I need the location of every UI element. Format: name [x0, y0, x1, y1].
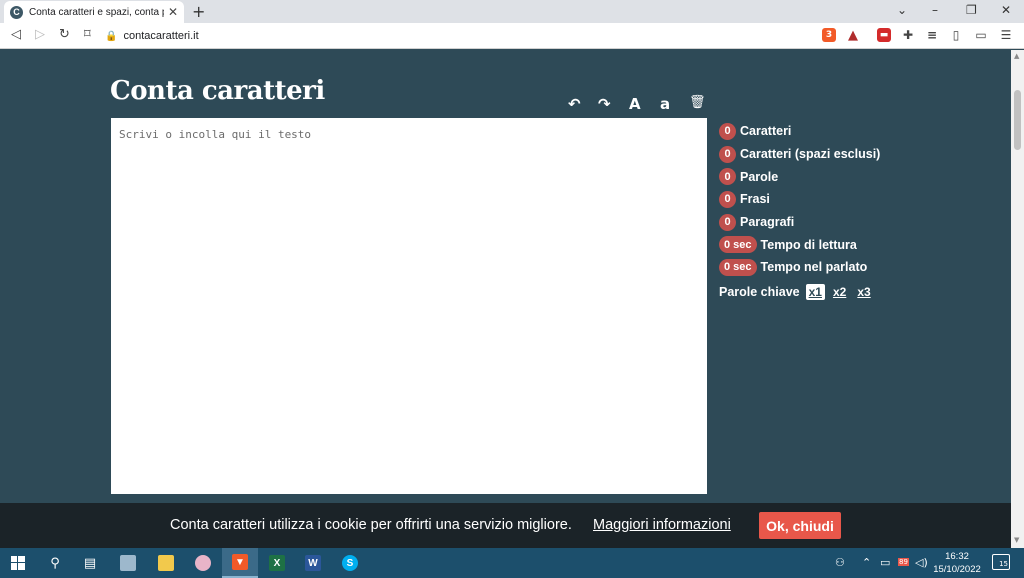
tab-title: Conta caratteri e spazi, conta parole	[29, 6, 164, 18]
stats-panel: 0 Caratteri 0 Caratteri (spazi esclusi) …	[719, 120, 880, 279]
stat-words: 0 Parole	[719, 165, 880, 188]
task-view-icon[interactable]: ▤	[79, 552, 101, 574]
stat-label: Paragrafi	[740, 215, 795, 230]
stat-speaking-time: 0 sec Tempo nel parlato	[719, 256, 880, 279]
uppercase-button[interactable]: A	[629, 95, 641, 113]
playlist-icon[interactable]: ≡	[925, 28, 939, 42]
volume-icon[interactable]: ◁)	[915, 556, 928, 569]
file-explorer-icon[interactable]	[155, 552, 177, 574]
back-icon[interactable]: ◁	[11, 27, 21, 42]
stat-value: 0	[719, 168, 736, 186]
new-tab-button[interactable]: +	[192, 2, 205, 21]
stat-label: Caratteri	[740, 124, 792, 139]
stat-label: Tempo di lettura	[760, 237, 857, 252]
clock-time: 16:32	[945, 551, 969, 562]
lowercase-button[interactable]: a	[660, 95, 670, 113]
keyword-x2-button[interactable]: x2	[830, 284, 849, 300]
stat-reading-time: 0 sec Tempo di lettura	[719, 233, 880, 256]
keywords-row: Parole chiave x1 x2 x3	[719, 284, 879, 300]
menu-icon[interactable]: ☰	[999, 28, 1013, 42]
stat-value: 0	[719, 190, 736, 208]
folder-icon	[158, 555, 174, 571]
scrollbar[interactable]: ▲ ▼	[1011, 50, 1024, 548]
network-icon[interactable]: ▭	[880, 556, 890, 569]
minimize-button[interactable]: –	[932, 3, 938, 17]
redo-icon[interactable]: ↷	[598, 95, 611, 113]
cookie-more-info-link[interactable]: Maggiori informazioni	[593, 517, 731, 533]
stat-value: 0	[719, 122, 736, 140]
search-icon[interactable]: ⚲	[44, 552, 66, 574]
taskbar: ⚲ ▤ ▼ X W S ⚇ ⌃ ▭ 89 ◁) 16:32 15/10/2022…	[0, 548, 1024, 578]
restore-button[interactable]: ❐	[966, 3, 977, 17]
keywords-label: Parole chiave	[719, 285, 800, 299]
tray-chevron-icon[interactable]: ⌃	[862, 556, 871, 569]
stat-label: Caratteri (spazi esclusi)	[740, 147, 881, 162]
stat-label: Tempo nel parlato	[760, 260, 868, 275]
reload-icon[interactable]: ↻	[59, 27, 70, 42]
word-icon[interactable]: W	[302, 552, 324, 574]
sidebar-icon[interactable]: ▯	[949, 28, 963, 42]
url-text: contacaratteri.it	[123, 30, 199, 42]
address-bar[interactable]: 🔒 contacaratteri.it	[105, 26, 810, 46]
browser-tabstrip: C Conta caratteri e spazi, conta parole …	[0, 0, 1024, 23]
stat-label: Frasi	[740, 192, 770, 207]
site-favicon-icon: C	[10, 5, 23, 19]
tab-search-icon[interactable]: ⌄	[897, 3, 907, 17]
excel-app-icon: X	[269, 555, 285, 571]
tab-close-icon[interactable]: ✕	[168, 5, 178, 19]
stat-value: 0 sec	[719, 236, 757, 254]
window-close-button[interactable]: ✕	[1001, 3, 1011, 17]
shields-badge: 3	[825, 30, 833, 40]
stat-sentences: 0 Frasi	[719, 188, 880, 211]
clock[interactable]: 16:32 15/10/2022	[932, 550, 982, 576]
brave-shields-icon[interactable]: 3	[822, 28, 836, 42]
stat-value: 0	[719, 145, 736, 163]
wallet-icon[interactable]: ▭	[974, 28, 988, 42]
text-input[interactable]	[111, 118, 707, 494]
stat-paragraphs: 0 Paragrafi	[719, 211, 880, 234]
word-app-icon: W	[305, 555, 321, 571]
clock-date: 15/10/2022	[933, 564, 981, 575]
lock-icon: 🔒	[105, 30, 118, 42]
stat-characters-no-spaces: 0 Caratteri (spazi esclusi)	[719, 143, 880, 166]
palette-icon	[195, 555, 211, 571]
brave-icon: ▼	[232, 554, 248, 570]
notepad-app-icon	[120, 555, 136, 571]
keyword-x3-button[interactable]: x3	[854, 284, 873, 300]
excel-icon[interactable]: X	[266, 552, 288, 574]
brave-rewards-icon[interactable]: ▲	[846, 28, 860, 43]
scroll-up-icon[interactable]: ▲	[1014, 52, 1019, 60]
extension-red-icon[interactable]: ▬	[877, 28, 891, 42]
page-title: Conta caratteri	[110, 76, 325, 106]
notifications-count: 15	[999, 560, 1008, 568]
skype-icon[interactable]: S	[339, 552, 361, 574]
stat-label: Parole	[740, 169, 779, 184]
scroll-thumb[interactable]	[1014, 90, 1021, 150]
scroll-down-icon[interactable]: ▼	[1014, 536, 1019, 544]
skype-app-icon: S	[342, 555, 358, 571]
notepad-icon[interactable]	[117, 552, 139, 574]
forward-icon[interactable]: ▷	[35, 27, 45, 42]
browser-toolbar: ◁ ▷ ↻ ⌑ 🔒 contacaratteri.it 3 ▲ ▬ ✚ ≡ ▯ …	[0, 23, 1024, 49]
stat-value: 0 sec	[719, 258, 757, 276]
keyword-x1-button[interactable]: x1	[805, 284, 825, 300]
battery-badge[interactable]: 89	[898, 558, 909, 566]
notifications-icon[interactable]: 15	[992, 554, 1010, 570]
cookie-banner: Conta caratteri utilizza i cookie per of…	[0, 503, 1011, 548]
stat-value: 0	[719, 213, 736, 231]
extensions-puzzle-icon[interactable]: ✚	[901, 28, 915, 42]
browser-tab[interactable]: C Conta caratteri e spazi, conta parole …	[4, 1, 184, 23]
cookie-accept-button[interactable]: Ok, chiudi	[759, 512, 841, 539]
trash-icon[interactable]: 🗑	[689, 95, 706, 110]
people-icon[interactable]: ⚇	[835, 556, 845, 569]
stat-characters: 0 Caratteri	[719, 120, 880, 143]
windows-start-icon[interactable]	[7, 552, 29, 574]
bookmark-icon[interactable]: ⌑	[84, 27, 91, 42]
cookie-text: Conta caratteri utilizza i cookie per of…	[170, 517, 572, 533]
paint-icon[interactable]	[192, 552, 214, 574]
undo-icon[interactable]: ↶	[568, 95, 581, 113]
brave-taskbar-icon[interactable]: ▼	[222, 548, 258, 578]
